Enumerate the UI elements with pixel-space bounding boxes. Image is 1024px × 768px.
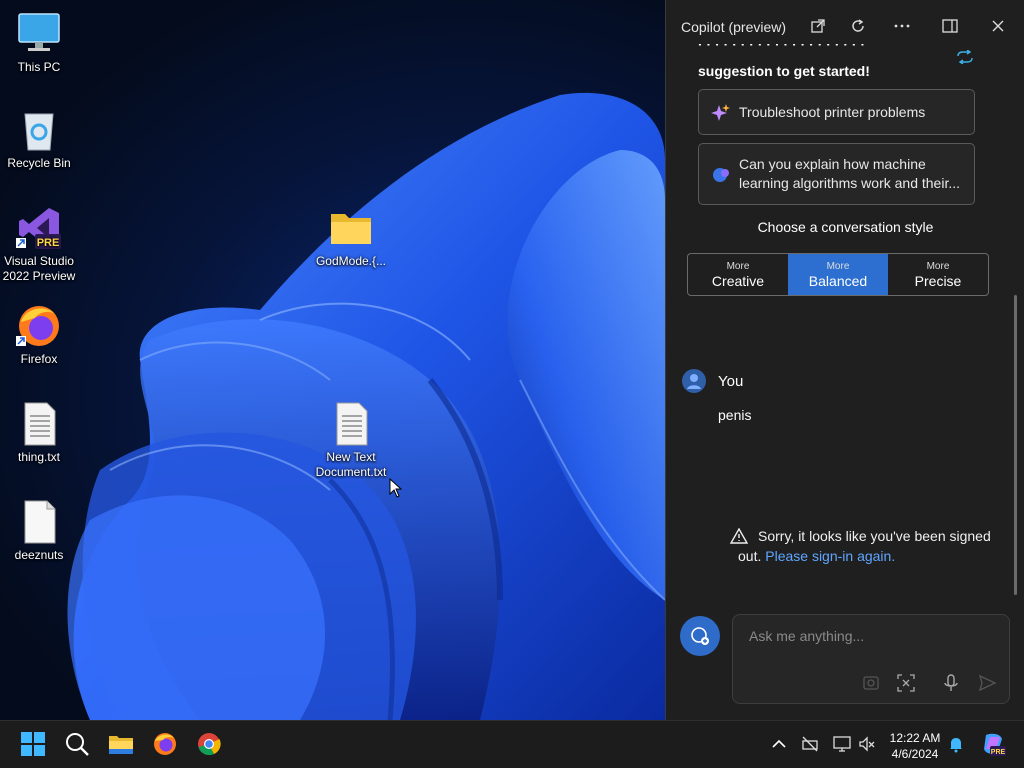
suggestion-text: Troubleshoot printer problems bbox=[739, 104, 926, 120]
mouse-cursor-icon bbox=[389, 478, 403, 498]
sparkle-icon bbox=[711, 104, 730, 121]
image-upload-icon[interactable] bbox=[861, 673, 881, 693]
text-file-icon bbox=[327, 400, 375, 448]
chat-input-box bbox=[732, 614, 1010, 704]
network-disconnected-icon[interactable] bbox=[801, 735, 819, 753]
desktop-icon-this-pc[interactable]: This PC bbox=[1, 10, 77, 75]
copilot-title: Copilot (preview) bbox=[681, 19, 787, 35]
search-icon[interactable] bbox=[64, 731, 90, 757]
desktop-icon-label-line2: Document.txt bbox=[315, 465, 387, 479]
style-precise-button[interactable]: More Precise bbox=[888, 254, 988, 295]
desktop-icon-label-line2: 2022 Preview bbox=[2, 269, 76, 283]
desktop-icon-recycle-bin[interactable]: Recycle Bin bbox=[1, 106, 77, 171]
user-avatar-icon bbox=[682, 369, 706, 393]
copilot-pre-badge: PRE bbox=[991, 749, 1006, 756]
style-small-label: More bbox=[826, 261, 850, 272]
desktop-icon-godmode-folder[interactable]: GodMode.{... bbox=[313, 204, 389, 269]
desktop-icon-firefox[interactable]: Firefox bbox=[1, 302, 77, 367]
start-button-windows-icon[interactable] bbox=[20, 731, 46, 757]
desktop-icon-label: thing.txt bbox=[17, 450, 61, 464]
send-icon[interactable] bbox=[977, 673, 997, 693]
taskbar-clock[interactable]: 12:22 AM 4/6/2024 bbox=[880, 730, 950, 762]
visual-studio-icon: PRE bbox=[15, 204, 63, 252]
style-label: Precise bbox=[914, 273, 962, 289]
new-topic-icon bbox=[691, 627, 709, 645]
intro-text: · · · · · · · · · · · · · · · · · · · · … bbox=[698, 44, 968, 80]
folder-icon bbox=[327, 204, 375, 252]
chat-scrollbar[interactable] bbox=[1014, 295, 1017, 595]
clock-time: 12:22 AM bbox=[889, 731, 941, 745]
style-label: Creative bbox=[711, 273, 765, 289]
suggestion-troubleshoot-printer[interactable]: Troubleshoot printer problems bbox=[698, 89, 975, 135]
style-label: Balanced bbox=[808, 273, 868, 289]
text-file-icon bbox=[15, 400, 63, 448]
show-hidden-icons-chevron-icon[interactable] bbox=[770, 735, 788, 753]
user-label: You bbox=[718, 373, 744, 390]
sign-in-link[interactable]: Please sign-in again. bbox=[765, 548, 895, 564]
intro-cutoff-line: · · · · · · · · · · · · · · · · · · · · bbox=[698, 44, 866, 52]
file-explorer-icon[interactable] bbox=[108, 731, 134, 757]
suggestion-machine-learning[interactable]: Can you explain how machine learning alg… bbox=[698, 143, 975, 205]
style-small-label: More bbox=[726, 261, 750, 272]
recycle-bin-icon bbox=[15, 106, 63, 154]
desktop-icon-label: deeznuts bbox=[14, 548, 64, 562]
firefox-taskbar-icon[interactable] bbox=[152, 731, 178, 757]
close-icon[interactable] bbox=[986, 14, 1010, 38]
desktop-icon-label: This PC bbox=[17, 60, 61, 74]
display-icon[interactable] bbox=[833, 735, 851, 753]
refresh-icon[interactable] bbox=[846, 14, 870, 38]
chat-bubble-icon bbox=[713, 168, 729, 182]
desktop-icon-thing-txt[interactable]: thing.txt bbox=[1, 400, 77, 465]
desktop-icon-deeznuts[interactable]: deeznuts bbox=[1, 498, 77, 563]
blank-file-icon bbox=[15, 498, 63, 546]
clock-date: 4/6/2024 bbox=[891, 747, 939, 761]
desktop-icon-label-line1: New Text bbox=[326, 450, 376, 464]
intro-line: suggestion to get started! bbox=[698, 63, 870, 79]
desktop-icon-new-text-document[interactable]: New Text Document.txt bbox=[313, 400, 389, 480]
chat-input[interactable] bbox=[747, 627, 991, 645]
firefox-icon bbox=[15, 302, 63, 350]
more-options-icon[interactable] bbox=[890, 14, 914, 38]
volume-muted-icon[interactable] bbox=[858, 735, 876, 753]
chrome-icon[interactable] bbox=[196, 731, 222, 757]
style-small-label: More bbox=[926, 261, 950, 272]
conversation-style-selector: More Creative More Balanced More Precise bbox=[687, 253, 989, 296]
new-topic-button[interactable] bbox=[680, 616, 720, 656]
copilot-panel: Copilot (preview) · · · · · · · · · · · … bbox=[665, 0, 1024, 720]
suggestion-text: Can you explain how machine learning alg… bbox=[739, 156, 960, 191]
open-in-new-window-icon[interactable] bbox=[806, 14, 830, 38]
change-suggestions-icon[interactable] bbox=[956, 49, 976, 66]
user-message-text: penis bbox=[718, 407, 752, 423]
monitor-icon bbox=[15, 10, 63, 58]
desktop-icon-visual-studio[interactable]: PRE Visual Studio 2022 Preview bbox=[1, 204, 77, 284]
copilot-taskbar-icon[interactable]: PRE bbox=[980, 731, 1006, 757]
style-balanced-button[interactable]: More Balanced bbox=[788, 254, 888, 295]
bloom-wallpaper bbox=[67, 92, 665, 720]
taskbar: 12:22 AM 4/6/2024 PRE bbox=[0, 720, 1024, 768]
screenshot-icon[interactable] bbox=[896, 673, 916, 693]
desktop-icon-label: GodMode.{... bbox=[315, 254, 387, 268]
style-creative-button[interactable]: More Creative bbox=[688, 254, 788, 295]
desktop-icon-label: Recycle Bin bbox=[7, 156, 71, 170]
microphone-icon[interactable] bbox=[941, 673, 961, 693]
conversation-style-title: Choose a conversation style bbox=[757, 219, 934, 235]
notification-bell-icon[interactable] bbox=[947, 735, 965, 753]
pre-badge: PRE bbox=[37, 237, 60, 249]
dock-sidebar-icon[interactable] bbox=[938, 14, 962, 38]
desktop-icon-label-line1: Visual Studio bbox=[4, 254, 74, 268]
desktop-icon-label: Firefox bbox=[20, 352, 58, 366]
signed-out-warning: Sorry, it looks like you've been signed … bbox=[738, 526, 998, 566]
desktop: This PC Recycle Bin PRE Visual Studio 20… bbox=[0, 0, 665, 720]
